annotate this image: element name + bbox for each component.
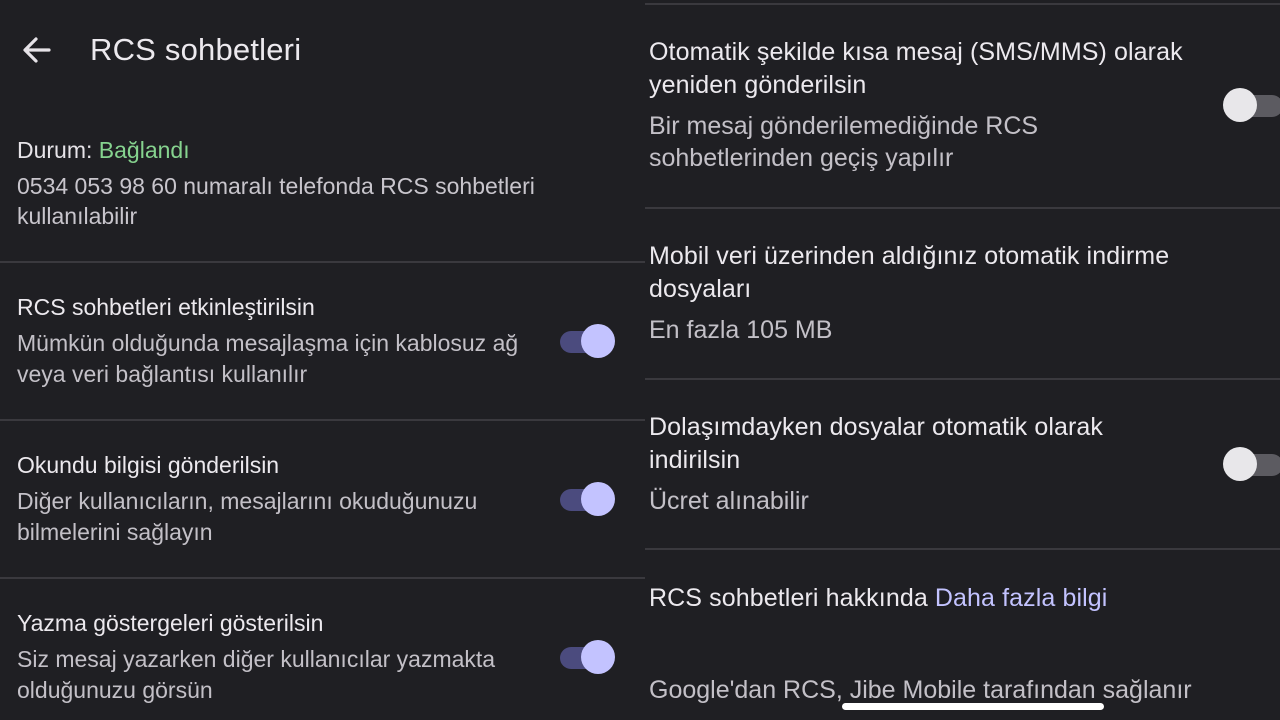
read-receipts-toggle[interactable] (560, 480, 616, 516)
divider (645, 207, 1280, 209)
setting-title: Yazma göstergeleri gösterilsin (17, 610, 324, 636)
setting-title: Otomatik şekilde kısa mesaj (SMS/MMS) ol… (649, 38, 1183, 99)
about-text: RCS sohbetleri hakkında (649, 584, 928, 612)
rcs-enable-toggle[interactable] (560, 322, 616, 358)
status-label: Durum: (17, 137, 93, 163)
setting-description: Diğer kullanıcıların, mesajlarını okuduğ… (17, 488, 478, 545)
setting-description: Ücret alınabilir (649, 487, 809, 515)
setting-typing-indicators[interactable]: Yazma göstergeleri gösterilsin Siz mesaj… (17, 608, 537, 706)
setting-title: Mobil veri üzerinden aldığınız otomatik … (649, 242, 1170, 303)
status-value: Bağlandı (98, 137, 190, 163)
setting-title: Dolaşımdayken dosyalar otomatik olarak i… (649, 413, 1104, 474)
setting-description: Siz mesaj yazarken diğer kullanıcılar ya… (17, 646, 496, 703)
toggle-thumb (581, 640, 615, 674)
setting-description: En fazla 105 MB (649, 316, 833, 344)
home-indicator[interactable] (842, 703, 1104, 710)
arrow-left-icon (23, 37, 51, 63)
setting-auto-download-roaming[interactable]: Dolaşımdayken dosyalar otomatik olarak i… (649, 411, 1189, 517)
divider (0, 419, 645, 421)
status-description: 0534 053 98 60 numaralı telefonda RCS so… (17, 173, 535, 229)
divider (0, 577, 645, 579)
page-title: RCS sohbetleri (90, 32, 302, 67)
setting-read-receipts[interactable]: Okundu bilgisi gönderilsin Diğer kullanı… (17, 450, 537, 548)
setting-rcs-enable[interactable]: RCS sohbetleri etkinleştirilsin Mümkün o… (17, 292, 537, 390)
toggle-thumb (1223, 447, 1257, 481)
setting-title: RCS sohbetleri etkinleştirilsin (17, 294, 315, 320)
divider (645, 548, 1280, 550)
setting-description: Mümkün olduğunda mesajlaşma için kablosu… (17, 330, 519, 387)
roaming-download-toggle[interactable] (1223, 445, 1280, 481)
setting-description: Bir mesaj gönderilemediğinde RCS sohbetl… (649, 112, 1039, 172)
typing-indicators-toggle[interactable] (560, 638, 616, 674)
right-panel: Otomatik şekilde kısa mesaj (SMS/MMS) ol… (645, 0, 1280, 720)
divider (645, 3, 1280, 5)
divider (645, 378, 1280, 380)
toggle-thumb (581, 482, 615, 516)
setting-title: Okundu bilgisi gönderilsin (17, 452, 280, 478)
setting-sms-fallback[interactable]: Otomatik şekilde kısa mesaj (SMS/MMS) ol… (649, 36, 1189, 174)
status-block: Durum: Bağlandı 0534 053 98 60 numaralı … (17, 135, 617, 231)
about-rcs: RCS sohbetleri hakkında Daha fazla bilgi (649, 582, 1249, 615)
sms-fallback-toggle[interactable] (1223, 86, 1280, 122)
left-panel: RCS sohbetleri Durum: Bağlandı 0534 053 … (0, 0, 645, 720)
status-line: Durum: Bağlandı (17, 135, 617, 165)
divider (0, 261, 645, 263)
setting-auto-download-mobile[interactable]: Mobil veri üzerinden aldığınız otomatik … (649, 240, 1239, 346)
learn-more-link[interactable]: Daha fazla bilgi (935, 584, 1108, 612)
toggle-thumb (581, 324, 615, 358)
toggle-thumb (1223, 88, 1257, 122)
footer-text: Google'dan RCS, Jibe Mobile tarafından s… (649, 676, 1192, 704)
back-button[interactable] (18, 31, 56, 69)
